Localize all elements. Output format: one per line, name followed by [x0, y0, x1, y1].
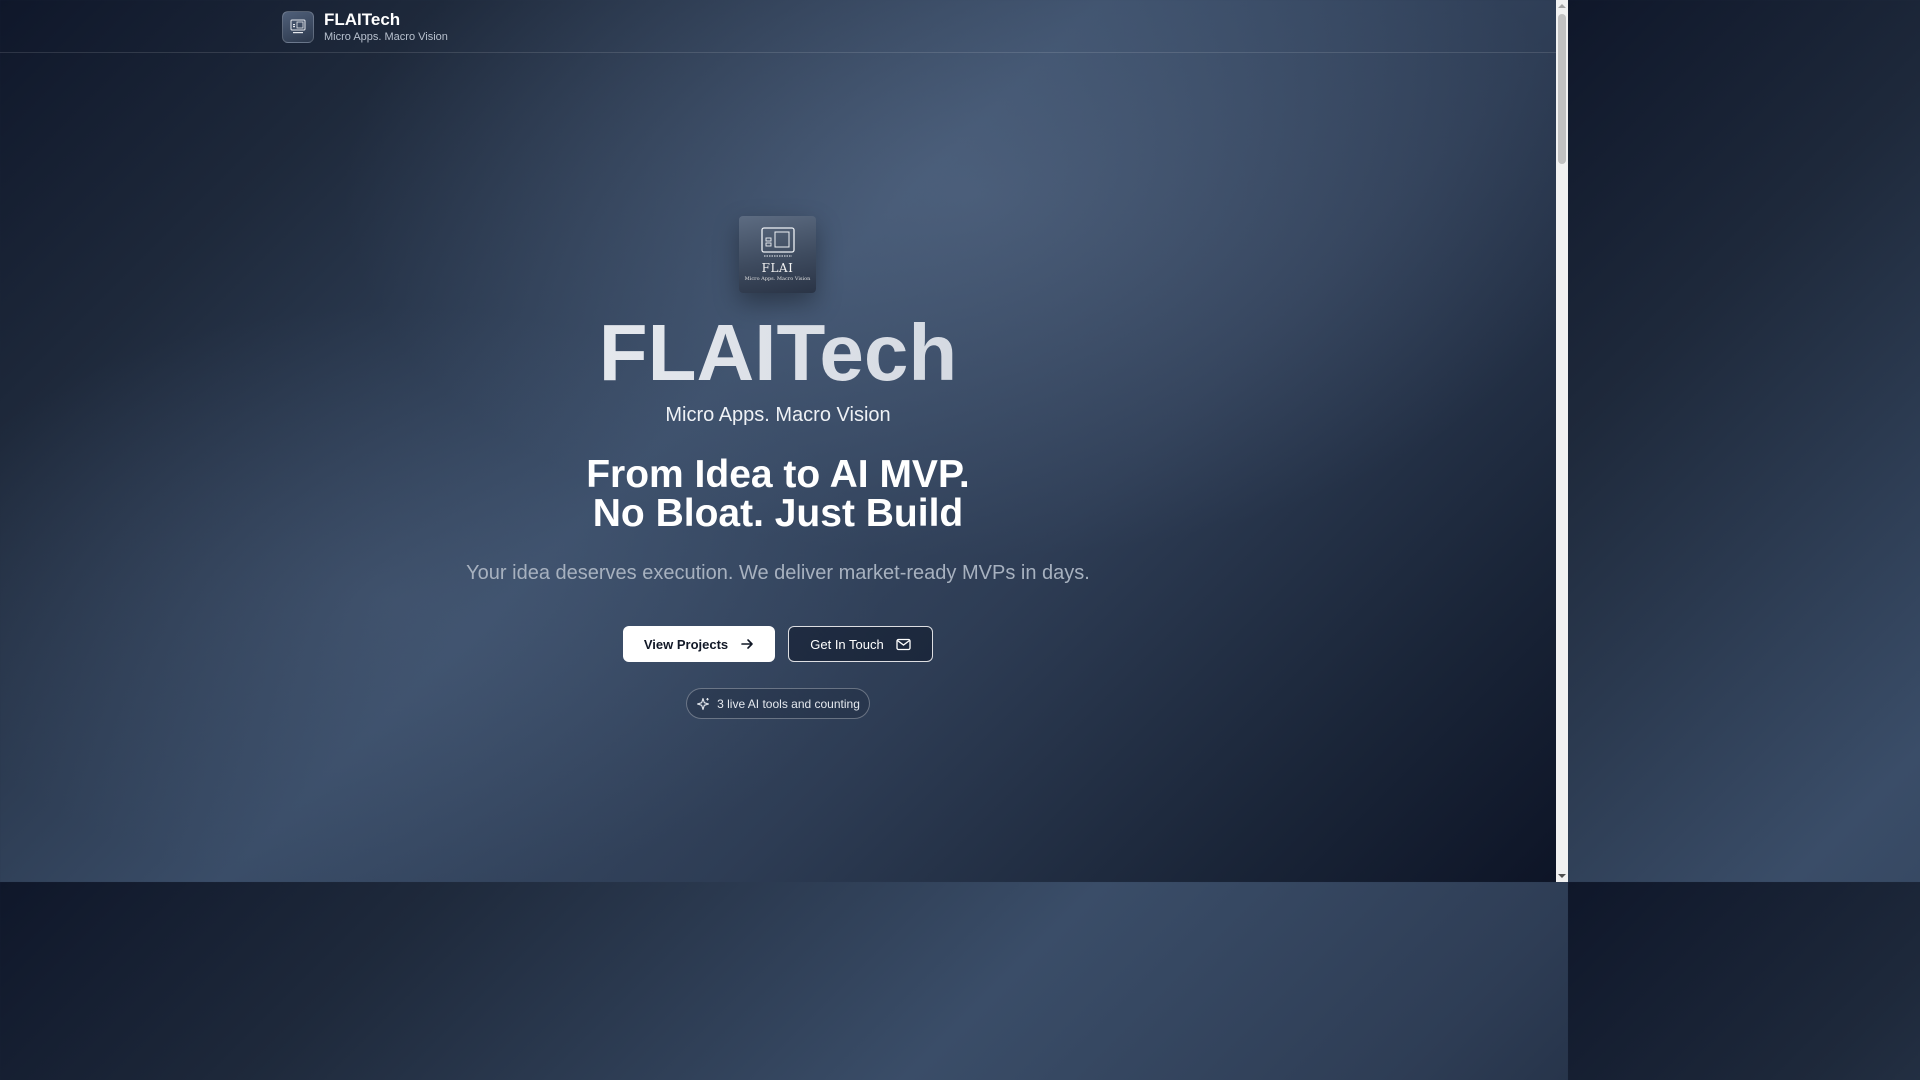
scroll-up-arrow-icon[interactable] [1556, 0, 1568, 12]
get-in-touch-label: Get In Touch [810, 636, 884, 652]
mail-icon [896, 638, 911, 650]
brand-name: FLAITech [324, 10, 401, 29]
top-navbar: FLAITech Micro Apps. Macro Vision [0, 0, 1556, 53]
hero-logo-word: FLAI [761, 261, 794, 275]
vertical-scrollbar[interactable] [1556, 0, 1568, 882]
hero-logo-tagline: Micro Apps. Macro Vision [744, 276, 811, 282]
hero-title: FLAITech [0, 308, 1556, 398]
live-tools-label: 3 live AI tools and counting [717, 696, 860, 711]
hero-headline: From Idea to AI MVP. No Bloat. Just Buil… [0, 455, 1556, 533]
scrollbar-thumb[interactable] [1558, 14, 1566, 164]
live-tools-badge: 3 live AI tools and counting [686, 688, 870, 719]
hero-description: Your idea deserves execution. We deliver… [466, 562, 1090, 584]
get-in-touch-button[interactable]: Get In Touch [788, 626, 933, 662]
scroll-down-arrow-icon[interactable] [1556, 870, 1568, 882]
brand-tagline: Micro Apps. Macro Vision [324, 31, 448, 43]
flai-logo-icon [760, 227, 795, 257]
hero-logo: FLAI Micro Apps. Macro Vision [739, 216, 816, 293]
hero-subtitle: Micro Apps. Macro Vision [665, 404, 891, 426]
view-projects-label: View Projects [643, 636, 729, 652]
sparkles-icon [697, 697, 710, 710]
headline-line-2: No Bloat. Just Build [592, 492, 964, 535]
brand[interactable]: FLAITech Micro Apps. Macro Vision [282, 10, 448, 44]
flai-logo-icon [282, 11, 314, 43]
cta-buttons: View Projects Get In Touch [623, 626, 933, 662]
view-projects-button[interactable]: View Projects [623, 626, 775, 662]
arrow-right-icon [741, 639, 753, 649]
headline-line-1: From Idea to AI MVP. [586, 453, 970, 496]
background-glow [0, 0, 1568, 882]
